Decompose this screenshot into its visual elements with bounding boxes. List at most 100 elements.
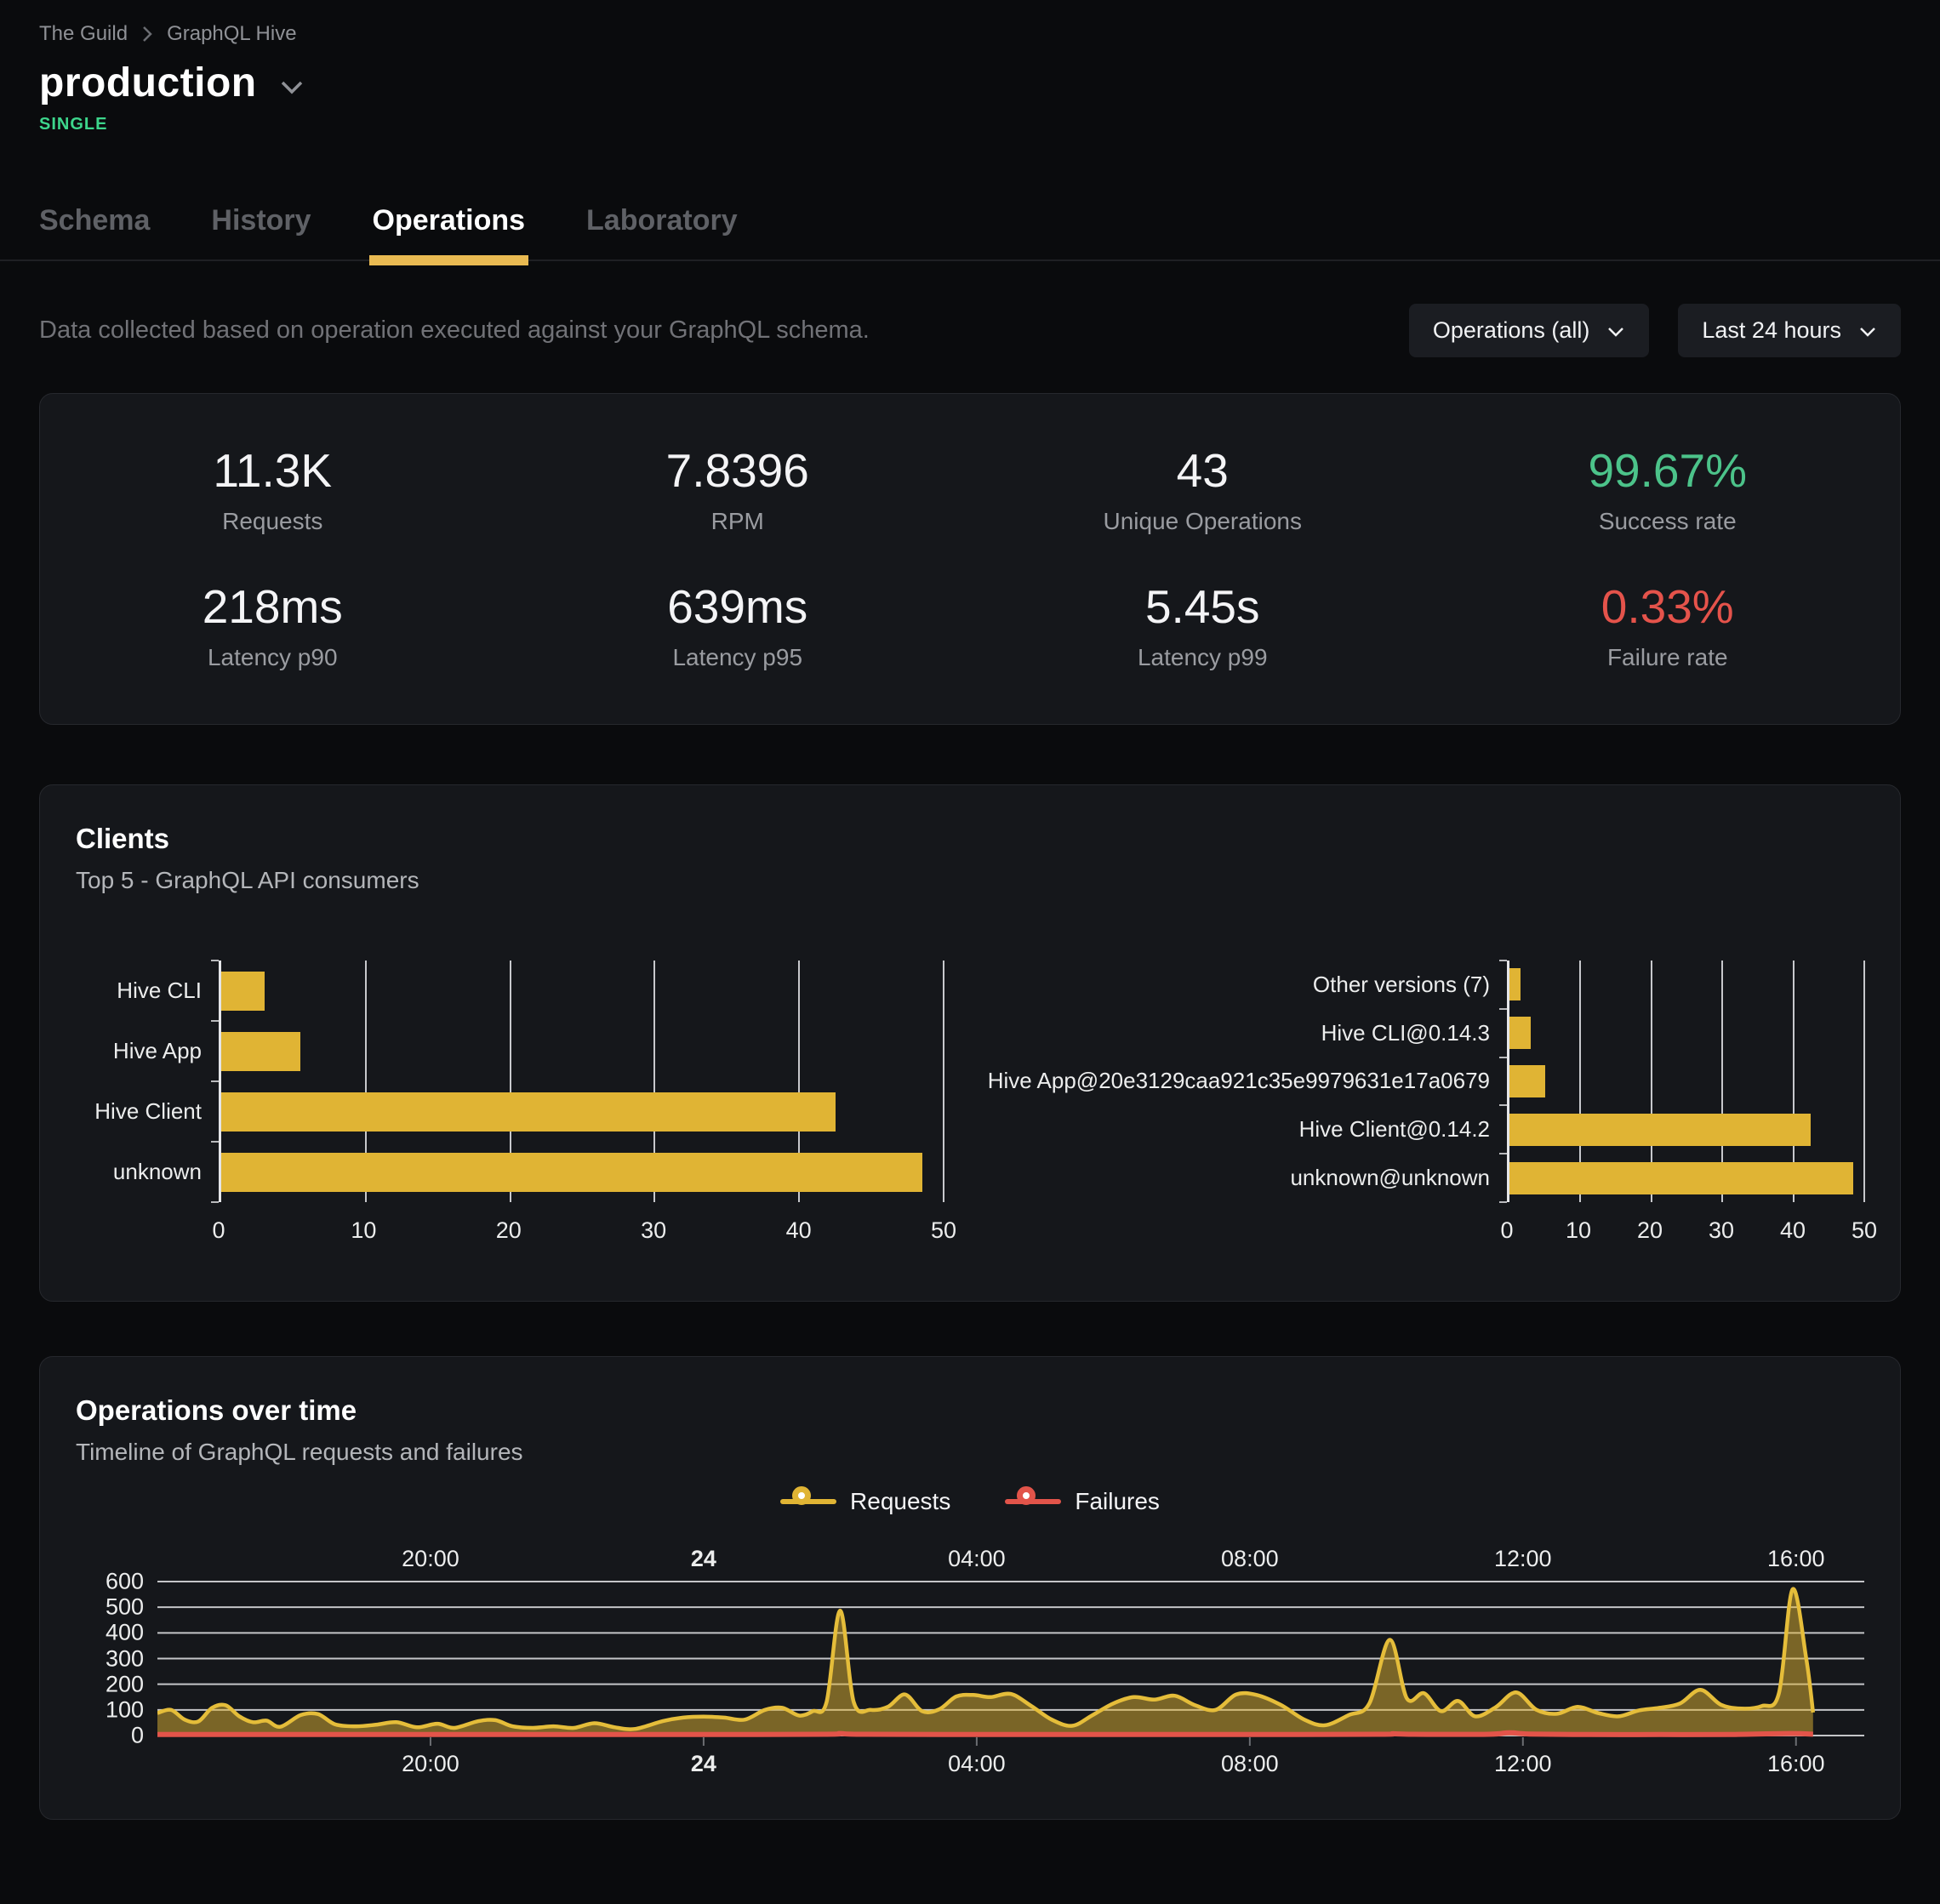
axis-tick-label: 30 <box>1709 1217 1734 1244</box>
stat-label: Latency p90 <box>40 644 505 671</box>
clients-panel: Clients Top 5 - GraphQL API consumers Hi… <box>39 784 1901 1302</box>
axis-tick-label: 08:00 <box>1221 1751 1279 1777</box>
axis-tick-label: 500 <box>106 1594 144 1621</box>
operations-filter-label: Operations (all) <box>1433 317 1590 344</box>
axis-tick-label: 20 <box>496 1217 522 1244</box>
failures-line <box>157 1733 1813 1735</box>
main-content: Data collected based on operation execut… <box>0 304 1940 1820</box>
bar-chart-plot-col: 01020304050 <box>219 961 944 1251</box>
axis-tick <box>1499 1008 1507 1010</box>
legend-label: Failures <box>1075 1488 1160 1515</box>
bar-row <box>221 1081 944 1142</box>
operations-filter-dropdown[interactable]: Operations (all) <box>1409 304 1650 357</box>
axis-tick-label: 10 <box>1566 1217 1591 1244</box>
client-versions-bar-chart: Other versions (7)Hive CLI@0.14.3Hive Ap… <box>986 961 1864 1251</box>
clients-bar-chart: Hive CLIHive AppHive Clientunknown010203… <box>76 961 944 1251</box>
operations-panel-title: Operations over time <box>76 1394 1864 1427</box>
axis-tick-label: 40 <box>1780 1217 1806 1244</box>
stat-cell: 639ms Latency p95 <box>505 579 971 671</box>
operations-panel: Operations over time Timeline of GraphQL… <box>39 1356 1901 1820</box>
clients-panel-title: Clients <box>76 823 1864 855</box>
timeline-plot: 6005004003002001000 <box>157 1580 1864 1747</box>
stat-value: 43 <box>970 443 1435 498</box>
axis-tick-label: 30 <box>641 1217 666 1244</box>
bar-category-label: Hive App <box>76 1021 202 1081</box>
breadcrumb-org-link[interactable]: The Guild <box>39 22 128 46</box>
axis-tick-label: 24 <box>691 1751 716 1777</box>
bar-chart-labels: Hive CLIHive AppHive Clientunknown <box>76 961 219 1202</box>
timeline-bottom-axis: 20:002404:0008:0012:0016:00 <box>157 1747 1864 1785</box>
stat-cell: 11.3KRequests <box>40 443 505 535</box>
bar-category-label: Hive CLI@0.14.3 <box>986 1009 1490 1057</box>
tab-laboratory[interactable]: Laboratory <box>586 204 738 259</box>
stat-label: Requests <box>40 508 505 535</box>
timeline-svg <box>157 1580 1864 1747</box>
stat-value: 639ms <box>505 579 971 634</box>
stat-label: Unique Operations <box>970 508 1435 535</box>
stat-cell: 99.67%Success rate <box>1435 443 1901 535</box>
bar <box>221 1032 300 1071</box>
stat-label: RPM <box>505 508 971 535</box>
time-range-label: Last 24 hours <box>1702 317 1841 344</box>
bar-category-label: unknown@unknown <box>986 1154 1490 1202</box>
bar-row <box>1509 1057 1864 1106</box>
bar-category-label: Hive CLI <box>76 961 202 1021</box>
axis-tick-label: 600 <box>106 1569 144 1595</box>
tab-operations[interactable]: Operations <box>373 204 525 259</box>
time-range-dropdown[interactable]: Last 24 hours <box>1678 304 1901 357</box>
target-switcher-chevron-down-icon[interactable] <box>279 80 305 95</box>
legend-item-failures[interactable]: Failures <box>1005 1486 1160 1517</box>
bar-x-axis: 01020304050 <box>219 1217 944 1251</box>
breadcrumb-project-link[interactable]: GraphQL Hive <box>167 22 297 46</box>
stat-cell: 7.8396 RPM <box>505 443 971 535</box>
bar-category-label: Hive Client@0.14.2 <box>986 1105 1490 1154</box>
stat-value: 218ms <box>40 579 505 634</box>
legend-label: Requests <box>850 1488 950 1515</box>
stat-value: 7.8396 <box>505 443 971 498</box>
axis-tick-label: 0 <box>131 1723 144 1749</box>
timeline-top-axis: 20:002404:0008:0012:0016:00 <box>157 1542 1864 1580</box>
bar-row <box>1509 1009 1864 1057</box>
axis-tick-label: 300 <box>106 1645 144 1672</box>
bar <box>221 1153 922 1192</box>
axis-tick-label: 0 <box>1500 1217 1513 1244</box>
axis-tick-label: 20:00 <box>402 1546 459 1572</box>
axis-tick <box>1499 1201 1507 1203</box>
requests-area <box>157 1589 1813 1736</box>
stat-cell: 5.45sLatency p99 <box>970 579 1435 671</box>
operations-panel-subtitle: Timeline of GraphQL requests and failure… <box>76 1439 1864 1466</box>
chevron-down-icon <box>1858 317 1877 344</box>
axis-tick <box>211 1141 219 1143</box>
timeline-chart: 20:002404:0008:0012:0016:00 600500400300… <box>76 1542 1864 1785</box>
bar <box>1509 1017 1531 1049</box>
stat-cell: 218ms Latency p90 <box>40 579 505 671</box>
stat-value: 5.45s <box>970 579 1435 634</box>
tab-history[interactable]: History <box>211 204 311 259</box>
legend-marker-icon <box>1005 1486 1061 1517</box>
axis-tick-label: 08:00 <box>1221 1546 1279 1572</box>
legend-marker-icon <box>780 1486 836 1517</box>
bar-row <box>221 1142 944 1202</box>
bar <box>1509 1162 1853 1194</box>
axis-tick <box>211 1080 219 1082</box>
bar-plot-area <box>1507 961 1864 1202</box>
bar <box>221 972 265 1011</box>
legend-item-requests[interactable]: Requests <box>780 1486 950 1517</box>
bar <box>221 1092 836 1132</box>
axis-tick-label: 100 <box>106 1696 144 1723</box>
axis-tick <box>1499 1153 1507 1154</box>
clients-panel-subtitle: Top 5 - GraphQL API consumers <box>76 867 1864 894</box>
bar-chart: Other versions (7)Hive CLI@0.14.3Hive Ap… <box>986 961 1864 1251</box>
page-description: Data collected based on operation execut… <box>39 316 870 345</box>
bar-row <box>221 961 944 1021</box>
tab-schema[interactable]: Schema <box>39 204 150 259</box>
stat-cell: 43 Unique Operations <box>970 443 1435 535</box>
bar-row <box>1509 1154 1864 1202</box>
bar-rows <box>1509 961 1864 1202</box>
axis-tick-label: 20 <box>1637 1217 1663 1244</box>
stat-label: Failure rate <box>1435 644 1901 671</box>
legend-dot <box>792 1486 811 1505</box>
bar <box>1509 1065 1545 1097</box>
stat-label: Latency p95 <box>505 644 971 671</box>
bar-category-label: Hive Client <box>76 1081 202 1142</box>
